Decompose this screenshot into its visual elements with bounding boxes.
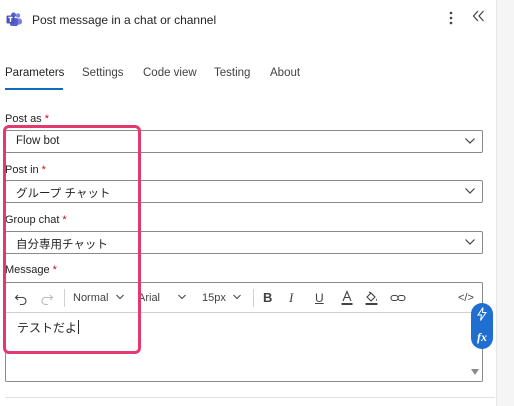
active-tab-indicator	[5, 88, 63, 90]
font-family-select[interactable]: Arial	[138, 289, 187, 307]
expression-button[interactable]: fx	[471, 330, 493, 345]
tab-about[interactable]: About	[270, 67, 300, 91]
page-title: Post message in a chat or channel	[32, 13, 217, 27]
italic-button[interactable]: I	[289, 289, 293, 307]
action-panel: Post message in a chat or channel Parame…	[0, 0, 500, 406]
chevron-down-icon	[465, 138, 475, 144]
scroll-down-arrow[interactable]	[471, 369, 479, 375]
section-divider	[5, 397, 495, 398]
annotation-highlight-box	[3, 125, 141, 354]
tab-bar: Parameters Settings Code view Testing Ab…	[0, 60, 496, 92]
dynamic-content-button[interactable]	[471, 307, 493, 324]
chevron-down-icon	[233, 294, 241, 300]
chevron-down-icon	[465, 239, 475, 245]
required-marker: *	[44, 113, 49, 125]
fx-icon: fx	[477, 330, 487, 344]
lightning-icon	[477, 307, 487, 321]
panel-scrollbar[interactable]	[496, 0, 514, 406]
post-as-label: Post as *	[5, 113, 49, 125]
paint-bucket-icon	[365, 291, 378, 305]
insert-link-button[interactable]	[390, 289, 406, 307]
collapse-icon	[472, 10, 484, 22]
link-icon	[390, 294, 406, 302]
more-options-button[interactable]	[444, 10, 458, 30]
toolbar-divider	[253, 289, 254, 307]
highlight-color-button[interactable]	[364, 289, 380, 307]
tab-code-view[interactable]: Code view	[143, 67, 197, 91]
chevron-down-icon	[178, 294, 186, 300]
chevron-down-icon	[465, 188, 475, 194]
font-color-icon	[341, 290, 353, 305]
panel-header: Post message in a chat or channel	[0, 0, 496, 40]
font-color-button[interactable]	[340, 289, 354, 307]
teams-icon	[6, 12, 23, 28]
underline-button[interactable]: U	[315, 289, 324, 307]
collapse-panel-button[interactable]	[471, 9, 487, 29]
font-size-select[interactable]: 15px	[202, 289, 242, 307]
dynamic-content-pill: fx	[471, 303, 493, 349]
more-vertical-icon	[449, 11, 453, 25]
tab-testing[interactable]: Testing	[214, 67, 250, 91]
bold-button[interactable]: B	[263, 289, 272, 307]
tab-settings[interactable]: Settings	[82, 67, 124, 91]
code-view-button[interactable]: </>	[458, 289, 474, 307]
